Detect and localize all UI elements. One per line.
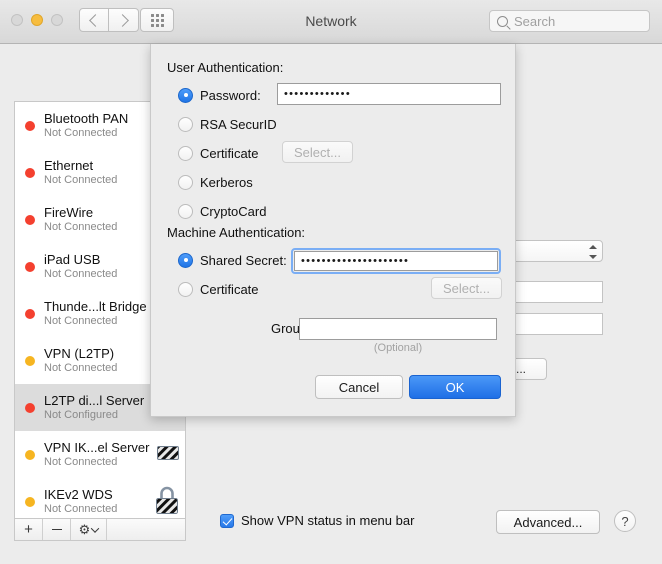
- radio-cryptocard[interactable]: [178, 203, 193, 219]
- minus-icon: [51, 528, 62, 531]
- radio-kerberos[interactable]: [178, 174, 193, 190]
- window-titlebar: Network Search: [0, 0, 662, 44]
- padlock-icon: [155, 485, 179, 518]
- service-list-toolbar: + ⚙: [14, 519, 186, 541]
- cancel-button[interactable]: Cancel: [315, 375, 403, 399]
- service-list-item[interactable]: VPN IK...el Server Not Connected: [15, 431, 185, 478]
- ok-button[interactable]: OK: [409, 375, 501, 399]
- status-dot-red: [25, 167, 35, 178]
- help-button[interactable]: ?: [614, 510, 636, 532]
- service-actions-button[interactable]: ⚙: [71, 519, 107, 540]
- radio-label-shared-secret: Shared Secret:: [200, 252, 287, 268]
- radio-row-machine-certificate[interactable]: Certificate: [178, 279, 259, 299]
- radio-machine-certificate[interactable]: [178, 281, 193, 297]
- status-dot-red: [25, 261, 35, 272]
- radio-row-shared-secret[interactable]: Shared Secret:: [178, 250, 287, 270]
- radio-label-user-certificate: Certificate: [200, 145, 259, 161]
- radio-label-machine-certificate: Certificate: [200, 281, 259, 297]
- show-vpn-status-row[interactable]: Show VPN status in menu bar: [220, 513, 414, 528]
- radio-shared-secret[interactable]: [178, 252, 193, 268]
- radio-row-user-certificate[interactable]: Certificate: [178, 143, 259, 163]
- radio-label-password: Password:: [200, 87, 261, 103]
- service-status: Not Connected: [44, 503, 118, 515]
- radio-row-rsa-securid[interactable]: RSA SecurID: [178, 114, 277, 134]
- service-text: VPN IK...el Server Not Connected: [44, 440, 157, 469]
- chevron-down-icon: [91, 523, 100, 533]
- network-preferences-window: Network Search Bluetooth PAN Not Connecte…: [0, 0, 662, 564]
- advanced-button[interactable]: Advanced...: [496, 510, 600, 534]
- service-name: IKEv2 WDS: [44, 487, 113, 502]
- radio-row-kerberos[interactable]: Kerberos: [178, 172, 253, 192]
- panel-bottom-bar: Show VPN status in menu bar Advanced... …: [200, 502, 648, 542]
- authentication-sheet: User Authentication: Password: •••••••••…: [150, 44, 516, 417]
- service-text: IKEv2 WDS Not Connected: [44, 487, 155, 516]
- radio-rsa-securid[interactable]: [178, 116, 193, 132]
- radio-label-cryptocard: CryptoCard: [200, 203, 267, 219]
- status-dot-red: [25, 214, 35, 225]
- gear-icon: ⚙: [78, 522, 91, 537]
- status-dot-amber: [25, 496, 35, 507]
- password-input[interactable]: •••••••••••••: [277, 83, 501, 105]
- remove-service-button[interactable]: [43, 519, 71, 540]
- shared-secret-input[interactable]: •••••••••••••••••••••: [294, 251, 498, 271]
- group-name-hint: (Optional): [373, 342, 423, 354]
- radio-label-kerberos: Kerberos: [200, 174, 253, 190]
- status-dot-red: [25, 120, 35, 131]
- service-name: VPN IK...el Server: [44, 440, 150, 455]
- status-dot-amber: [25, 449, 35, 460]
- lock-stripe-icon: [157, 446, 179, 463]
- search-field[interactable]: Search: [489, 10, 650, 32]
- group-name-input[interactable]: [299, 318, 497, 340]
- user-certificate-select-button[interactable]: Select...: [282, 141, 353, 163]
- machine-certificate-select-button[interactable]: Select...: [431, 277, 502, 299]
- radio-password[interactable]: [178, 87, 193, 103]
- shared-secret-focus-ring: •••••••••••••••••••••: [291, 248, 501, 274]
- radio-user-certificate[interactable]: [178, 145, 193, 161]
- add-service-button[interactable]: +: [15, 519, 43, 540]
- radio-row-cryptocard[interactable]: CryptoCard: [178, 201, 266, 221]
- service-status: Not Connected: [44, 456, 118, 468]
- user-authentication-heading: User Authentication:: [167, 60, 284, 75]
- machine-authentication-heading: Machine Authentication:: [167, 225, 306, 240]
- service-list-item[interactable]: IKEv2 WDS Not Connected: [15, 478, 185, 518]
- search-placeholder: Search: [514, 13, 556, 29]
- radio-label-rsa-securid: RSA SecurID: [200, 116, 277, 132]
- show-vpn-status-checkbox[interactable]: [220, 513, 234, 528]
- status-dot-red: [25, 308, 35, 319]
- plus-icon: +: [24, 521, 33, 538]
- stepper-arrows-icon: [588, 245, 597, 259]
- search-icon: [497, 15, 508, 27]
- status-dot-red: [25, 402, 35, 413]
- show-vpn-status-label: Show VPN status in menu bar: [241, 513, 415, 528]
- status-dot-amber: [25, 355, 35, 366]
- toolbar-filler: [107, 519, 185, 540]
- radio-row-password[interactable]: Password:: [178, 85, 261, 105]
